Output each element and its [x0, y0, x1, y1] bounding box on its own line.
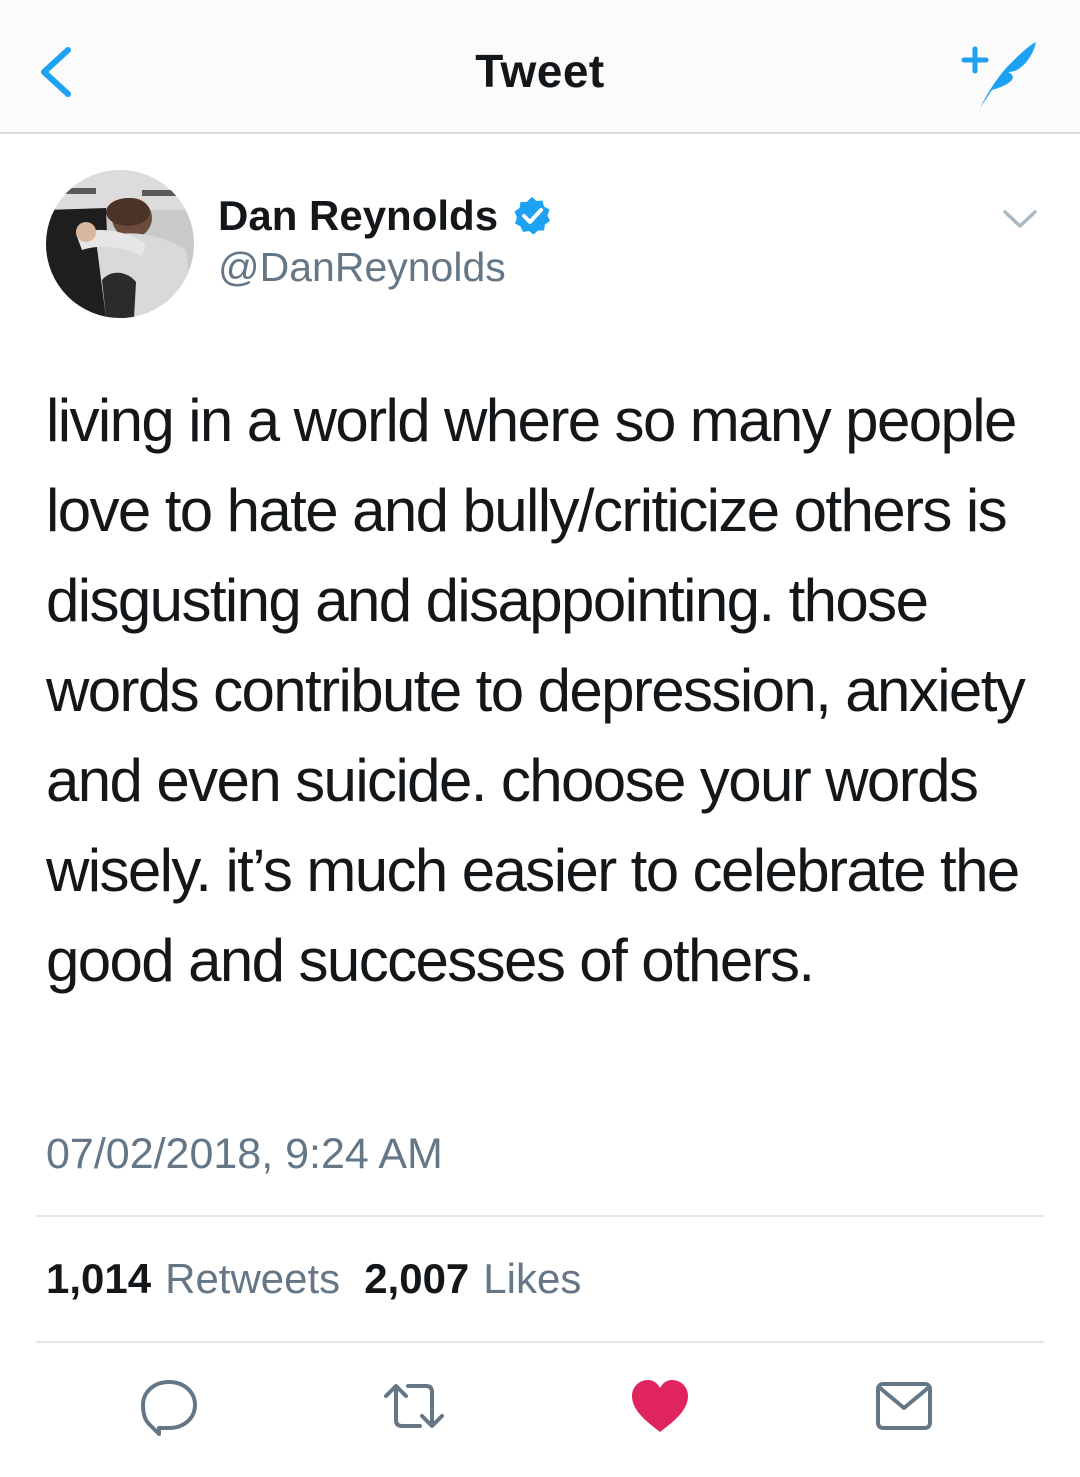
avatar[interactable]	[46, 170, 194, 318]
verified-badge-icon	[514, 197, 551, 235]
divider	[36, 1341, 1044, 1343]
retweets-label[interactable]: Retweets	[165, 1255, 340, 1303]
message-icon[interactable]	[872, 1376, 936, 1436]
tweet-stats: 1,014 Retweets 2,007 Likes	[46, 1255, 581, 1303]
author-handle[interactable]: @DanReynolds	[218, 244, 506, 291]
author-name-row[interactable]: Dan Reynolds	[218, 190, 552, 242]
page-title: Tweet	[475, 45, 605, 97]
divider	[36, 1215, 1044, 1217]
compose-tweet-icon[interactable]	[958, 38, 1040, 110]
navigation-bar: Tweet	[0, 0, 1080, 134]
reply-icon[interactable]	[137, 1376, 201, 1436]
tweet-text: living in a world where so many people l…	[46, 387, 1026, 994]
likes-label[interactable]: Likes	[483, 1255, 581, 1303]
chevron-down-icon[interactable]	[1000, 204, 1040, 234]
heart-icon[interactable]	[628, 1376, 692, 1436]
like-count[interactable]: 2,007	[364, 1255, 469, 1303]
retweet-icon[interactable]	[382, 1376, 446, 1436]
tweet-timestamp: 07/02/2018, 9:24 AM	[46, 1130, 443, 1178]
retweet-count[interactable]: 1,014	[46, 1255, 151, 1303]
author-display-name[interactable]: Dan Reynolds	[218, 192, 498, 240]
